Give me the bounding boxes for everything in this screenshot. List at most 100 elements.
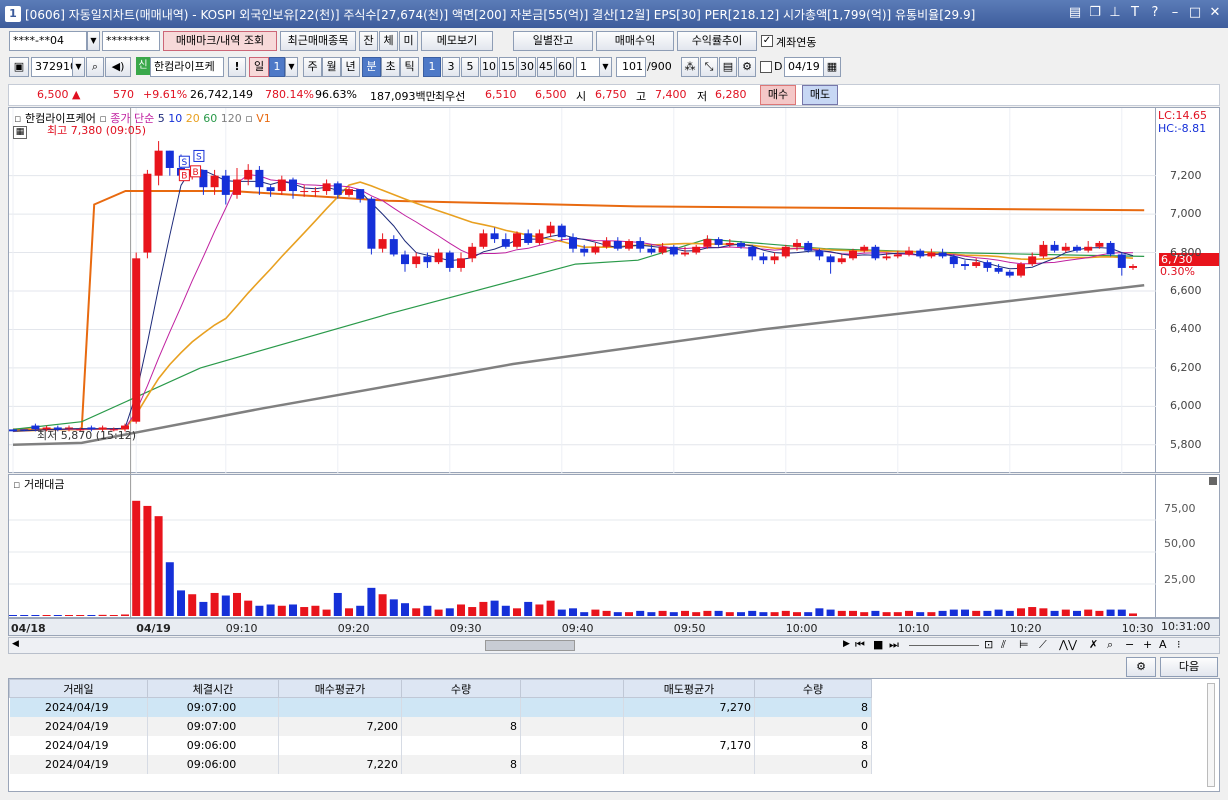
fib-tool-icon[interactable]: ⊨ (1019, 638, 1029, 651)
zoom-out-icon[interactable]: − (1125, 638, 1134, 651)
volume-bar (87, 615, 96, 616)
pending-button[interactable]: 미 (399, 31, 418, 51)
volume-chart-svg[interactable] (9, 475, 1157, 619)
interval-60-button[interactable]: 60 (556, 57, 574, 77)
search-icon[interactable]: ⌕ (86, 57, 104, 77)
scroll-thumb[interactable] (485, 640, 575, 651)
period-dropdown-icon[interactable]: ▼ (285, 57, 298, 77)
period-count-select[interactable]: 1 (269, 57, 285, 77)
col-date[interactable]: 거래일 (9, 679, 148, 698)
interval-45-button[interactable]: 45 (537, 57, 555, 77)
recent-trades-button[interactable]: 최근매매종목 (280, 31, 356, 51)
executed-button[interactable]: 체 (379, 31, 398, 51)
table-settings-icon[interactable]: ⚙ (1126, 657, 1156, 677)
interval-10-button[interactable]: 10 (480, 57, 498, 77)
table-row[interactable]: 2024/04/19 09:07:00 7,200 8 0 (9, 716, 872, 736)
interval-1-button[interactable]: 1 (423, 57, 441, 77)
return-trend-button[interactable]: 수익률추이 (677, 31, 757, 51)
volume-bar (725, 612, 734, 616)
code-dropdown-icon[interactable]: ▼ (72, 57, 85, 77)
pin-icon[interactable]: ⊥ (1108, 5, 1122, 21)
sell-button[interactable]: 매도 (802, 85, 838, 105)
interval-5-button[interactable]: 5 (461, 57, 479, 77)
account-dropdown-icon[interactable]: ▼ (87, 31, 100, 51)
col-sell-qty[interactable]: 수량 (754, 679, 872, 698)
line-tool-icon[interactable]: ⫽ (1001, 638, 1006, 652)
date-input[interactable]: 04/19 (784, 57, 824, 77)
zoom-slider[interactable] (909, 645, 979, 646)
delete-tool-icon[interactable]: ✗ (1089, 638, 1098, 651)
font-icon[interactable]: T (1128, 5, 1142, 21)
trend-tool-icon[interactable]: ⟋ (1039, 638, 1047, 652)
save-icon[interactable]: ▤ (719, 57, 737, 77)
daily-balance-button[interactable]: 일별잔고 (513, 31, 593, 51)
scroll-left-icon[interactable]: ◀ (12, 639, 19, 649)
layout-icon[interactable]: ▤ (1068, 5, 1082, 21)
grid-toggle-icon[interactable]: ▦ (13, 126, 27, 139)
col-buy-avg[interactable]: 매수평균가 (278, 679, 402, 698)
last-page-icon[interactable]: ⏭ (889, 638, 899, 652)
more-tools-icon[interactable]: ⁝ (1177, 638, 1181, 651)
col-buy-qty[interactable]: 수량 (401, 679, 521, 698)
next-button[interactable]: 다음 (1160, 657, 1218, 677)
date-checkbox[interactable] (760, 61, 772, 73)
interval-30-button[interactable]: 30 (518, 57, 536, 77)
zoom-in-icon[interactable]: + (1143, 638, 1152, 651)
text-tool-icon[interactable]: A (1159, 638, 1167, 651)
interval-3-button[interactable]: 3 (442, 57, 460, 77)
time-tick-label: 09:30 (450, 622, 482, 635)
stop-icon[interactable]: ■ (873, 638, 883, 651)
period-day-button[interactable]: 일 (249, 57, 269, 77)
account-select[interactable]: ****-**04 (9, 31, 87, 51)
trade-profit-button[interactable]: 매매수익 (596, 31, 674, 51)
password-field[interactable]: ******** (102, 31, 160, 51)
tools-icon[interactable]: ⤡ (700, 57, 718, 77)
sound-icon[interactable]: ◀) (105, 57, 131, 77)
trade-mark-query-button[interactable]: 매매마크/내역 조회 (163, 31, 277, 51)
buy-button[interactable]: 매수 (760, 85, 796, 105)
price-axis[interactable]: LC:14.65 HC:-8.81 6,730 0.30% 7,200 7,000… (1156, 107, 1220, 473)
copy-window-icon[interactable]: ❐ (1088, 5, 1102, 21)
help-icon[interactable]: ? (1148, 5, 1162, 21)
table-row[interactable]: 2024/04/19 09:06:00 7,220 8 0 (9, 754, 872, 774)
col-sell-avg[interactable]: 매도평균가 (623, 679, 755, 698)
volume-bar (177, 590, 185, 616)
bar-count-input[interactable]: 101 (616, 57, 646, 77)
calendar-icon[interactable]: ▦ (823, 57, 841, 77)
price-chart-panel[interactable]: BBSS ▫ 한컴라이프케어 ▫ 종가 단순 5 10 20 60 120 ▫ … (8, 107, 1157, 474)
memo-button[interactable]: 메모보기 (421, 31, 493, 51)
table-row[interactable]: 2024/04/19 09:06:00 7,170 8 (9, 735, 872, 755)
magnify-icon[interactable]: ⌕ (1107, 638, 1113, 652)
candle-body (703, 239, 712, 247)
maximize-icon[interactable]: □ (1188, 5, 1202, 21)
period-year-button[interactable]: 년 (341, 57, 360, 77)
balance-button[interactable]: 잔 (359, 31, 378, 51)
chart-menu-icon[interactable]: ▣ (9, 57, 29, 77)
volume-chart-panel[interactable]: ▫ 거래대금 (8, 474, 1157, 619)
alert-button[interactable]: ! (228, 57, 246, 77)
price-chart-svg[interactable]: B BSS (9, 108, 1157, 474)
count-select[interactable]: 1 (576, 57, 600, 77)
stock-code-input[interactable]: 372910 (31, 57, 73, 77)
chart-scroll-bar[interactable]: ◀ ▶ ⏮ ■ ⏭ ⊡ ⫽ ⊨ ⟋ ⋀⋁ ✗ ⌕ − + A ⁝ (8, 637, 1220, 654)
count-dropdown-icon[interactable]: ▼ (599, 57, 612, 77)
interval-15-button[interactable]: 15 (499, 57, 517, 77)
period-tick-button[interactable]: 틱 (400, 57, 419, 77)
table-scrollbar[interactable] (1207, 683, 1215, 787)
close-icon[interactable]: ✕ (1208, 5, 1222, 21)
crosshair-icon[interactable]: ⊡ (984, 638, 993, 651)
first-page-icon[interactable]: ⏮ (855, 638, 865, 652)
collapse-icon[interactable] (1209, 477, 1217, 485)
indicator-icon[interactable]: ⁂ (681, 57, 699, 77)
scroll-right-icon[interactable]: ▶ (843, 639, 850, 649)
period-week-button[interactable]: 주 (303, 57, 322, 77)
period-minute-button[interactable]: 분 (362, 57, 381, 77)
period-month-button[interactable]: 월 (322, 57, 341, 77)
period-second-button[interactable]: 초 (381, 57, 400, 77)
account-link-checkbox[interactable]: ✓ (761, 35, 773, 47)
col-time[interactable]: 체결시간 (147, 679, 279, 698)
settings-icon[interactable]: ⚙ (738, 57, 756, 77)
minimize-icon[interactable]: – (1168, 5, 1182, 21)
pattern-tool-icon[interactable]: ⋀⋁ (1059, 638, 1077, 651)
table-row[interactable]: 2024/04/19 09:07:00 7,270 8 (9, 697, 872, 717)
